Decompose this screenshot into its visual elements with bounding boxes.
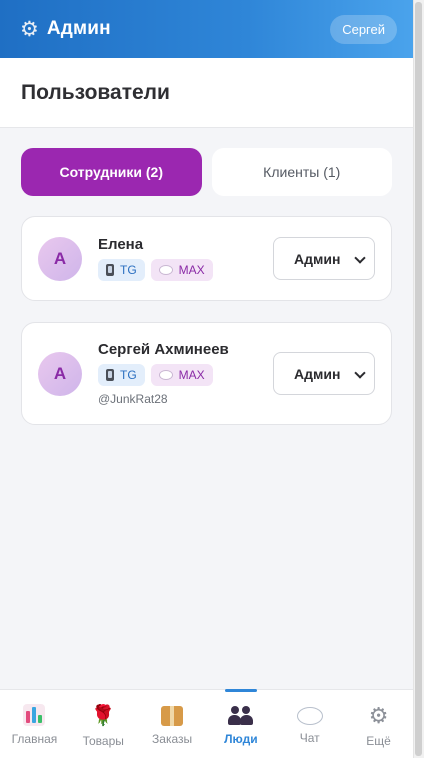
nav-label: Ещё: [366, 734, 391, 748]
tg-badge: TG: [98, 259, 145, 281]
nav-products[interactable]: 🌹 Товары: [69, 690, 138, 758]
role-value: Админ: [294, 365, 341, 382]
bottom-nav: Главная 🌹 Товары Заказы Люди Чат ⚙ Ещё: [0, 689, 413, 758]
nav-label: Главная: [11, 732, 58, 746]
user-menu-button[interactable]: Сергей: [330, 14, 397, 44]
user-name: Сергей Ахминеев: [98, 341, 229, 358]
page-header: Пользователи: [0, 58, 413, 128]
nav-people[interactable]: Люди: [206, 689, 275, 758]
badge-label: MAX: [178, 263, 205, 277]
chevron-down-icon: [354, 253, 366, 265]
phone-icon: [106, 264, 114, 276]
user-handle: @JunkRat28: [98, 392, 168, 406]
brand: ⚙ Админ: [20, 18, 111, 40]
chat-bubble-icon: [158, 265, 173, 275]
tab-employees[interactable]: Сотрудники (2): [21, 148, 202, 196]
app-root: ⚙ Админ Сергей Пользователи Сотрудники (…: [0, 0, 413, 758]
user-list: А Елена TG MAX Админ А Сергей Ахминеев T…: [0, 196, 413, 425]
scrollbar-thumb[interactable]: [415, 2, 422, 756]
phone-icon: [106, 369, 114, 381]
badge-label: MAX: [178, 368, 205, 382]
nav-home[interactable]: Главная: [0, 690, 69, 758]
nav-label: Товары: [82, 734, 124, 748]
user-name: Елена: [98, 236, 144, 253]
avatar: А: [38, 351, 82, 396]
scrollbar[interactable]: [413, 0, 424, 758]
bar-chart-icon: [23, 704, 46, 726]
people-icon: [227, 704, 254, 726]
nav-more[interactable]: ⚙ Ещё: [344, 690, 413, 758]
user-info: Сергей Ахминеев TG MAX @JunkRat28: [98, 341, 273, 406]
user-card[interactable]: А Сергей Ахминеев TG MAX @JunkRat28 Адми…: [21, 322, 392, 425]
chat-bubble-icon: [158, 370, 173, 380]
badge-label: TG: [120, 368, 137, 382]
user-type-tabs: Сотрудники (2) Клиенты (1): [0, 128, 413, 196]
app-title: Админ: [46, 18, 111, 39]
chevron-down-icon: [354, 368, 366, 380]
gear-icon: ⚙: [20, 17, 39, 41]
nav-label: Чат: [299, 731, 320, 745]
role-select[interactable]: Админ: [273, 352, 375, 395]
role-select[interactable]: Админ: [273, 237, 375, 280]
avatar: А: [38, 236, 82, 281]
channel-badges: TG MAX: [98, 364, 273, 386]
tab-clients[interactable]: Клиенты (1): [211, 148, 392, 196]
chat-icon: [296, 707, 323, 725]
user-card[interactable]: А Елена TG MAX Админ: [21, 216, 392, 301]
max-badge: MAX: [150, 259, 213, 281]
rose-icon: 🌹: [90, 705, 116, 727]
nav-chat[interactable]: Чат: [275, 690, 344, 758]
package-icon: [161, 706, 184, 726]
page-title: Пользователи: [21, 80, 170, 104]
nav-orders[interactable]: Заказы: [138, 690, 207, 758]
badge-label: TG: [120, 263, 137, 277]
channel-badges: TG MAX: [98, 259, 273, 281]
max-badge: MAX: [150, 364, 213, 386]
nav-label: Люди: [224, 732, 258, 746]
tg-badge: TG: [98, 364, 145, 386]
role-value: Админ: [294, 250, 341, 267]
nav-label: Заказы: [152, 732, 193, 746]
gear-icon: ⚙: [368, 703, 389, 728]
user-info: Елена TG MAX: [98, 236, 273, 281]
top-bar: ⚙ Админ Сергей: [0, 0, 413, 58]
